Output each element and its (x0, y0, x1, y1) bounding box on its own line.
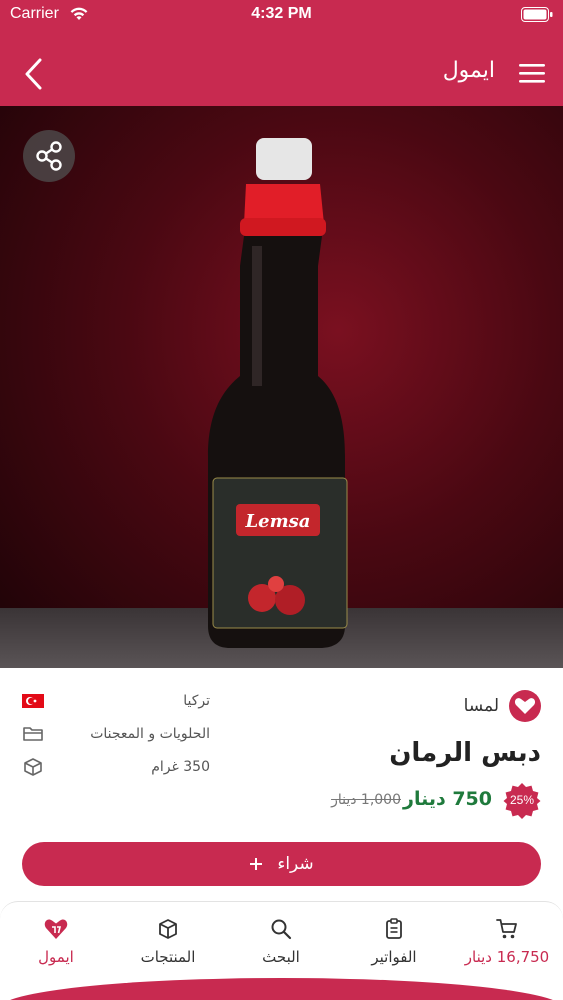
share-icon (36, 141, 62, 171)
tab-cart-label: 16,750 دينار (464, 948, 550, 966)
old-price: 1,000 دينار (331, 792, 401, 808)
tab-cart[interactable]: 16,750 دينار (451, 918, 563, 966)
cube-icon (159, 919, 177, 939)
heart-logo-icon (44, 919, 68, 939)
tab-search-label: البحث (262, 948, 300, 966)
search-icon (271, 919, 292, 940)
price: 750 دينار (403, 788, 492, 810)
status-bar: Carrier 4:32 PM (0, 0, 563, 30)
product-image: Lemsa (0, 106, 563, 668)
cart-icon (496, 919, 517, 939)
brand-name: لمسا (463, 696, 499, 716)
tab-products[interactable]: المنتجات (112, 918, 224, 966)
battery-icon (521, 7, 553, 22)
app-header: Carrier 4:32 PM ايمول (0, 0, 563, 106)
origin-text: تركيا (183, 693, 210, 709)
origin-row: تركيا (22, 690, 210, 712)
category-row[interactable]: الحلويات و المعجنات (22, 723, 210, 745)
hamburger-menu-icon[interactable] (519, 62, 545, 84)
tab-home[interactable]: ايمول (0, 918, 112, 966)
tab-search[interactable]: البحث (225, 918, 337, 966)
brand[interactable]: لمسا (464, 690, 541, 722)
clipboard-icon (386, 918, 402, 939)
category-text: الحلويات و المعجنات (90, 726, 210, 742)
plus-icon (250, 858, 263, 870)
discount-badge: 25% (503, 782, 541, 820)
clock: 4:32 PM (251, 5, 312, 22)
size-text: 350 غرام (151, 759, 210, 775)
share-button[interactable] (23, 130, 75, 182)
tab-home-label: ايمول (38, 948, 74, 966)
brand-logo (509, 690, 541, 722)
size-row: 350 غرام (22, 756, 210, 778)
heart-logo-icon (514, 698, 536, 714)
tab-products-label: المنتجات (140, 948, 196, 966)
label-brand: Lemsa (245, 511, 311, 532)
bottle-illustration: Lemsa (208, 138, 348, 648)
chevron-left-icon[interactable] (20, 56, 48, 92)
buy-button-label: شراء (277, 854, 314, 874)
tab-invoices-label: الفواتير (371, 948, 417, 966)
buy-button[interactable]: شراء (22, 842, 541, 886)
page-title: ايمول (442, 58, 495, 83)
tab-invoices[interactable]: الفواتير (338, 918, 450, 966)
product-name: دبس الرمان (389, 738, 541, 768)
discount-value: 25% (509, 793, 535, 807)
